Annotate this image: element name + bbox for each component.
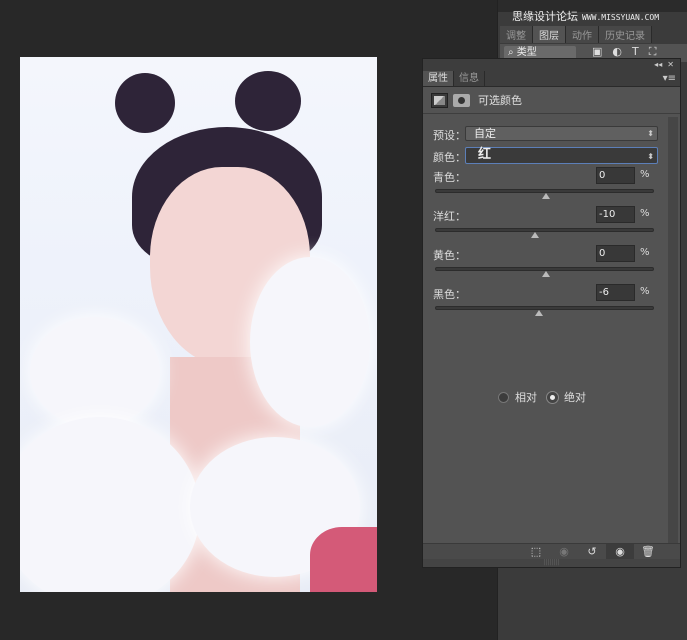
slider-thumb[interactable] bbox=[535, 310, 543, 316]
tab-actions[interactable]: 动作 bbox=[566, 26, 599, 43]
tab-properties[interactable]: 属性 bbox=[423, 71, 454, 86]
slider-value-input[interactable]: -6 bbox=[596, 284, 635, 301]
slider-label: 黄色： bbox=[433, 247, 466, 263]
resize-grip[interactable]: |||||||| bbox=[423, 559, 680, 567]
radio-label: 绝对 bbox=[564, 389, 586, 405]
adjustment-icon[interactable] bbox=[431, 93, 448, 108]
percent-sign: % bbox=[640, 247, 650, 258]
reset-icon[interactable]: ↺ bbox=[578, 544, 606, 560]
percent-sign: % bbox=[640, 286, 650, 297]
document-canvas-photo bbox=[20, 57, 377, 592]
radio-relative[interactable]: 相对 bbox=[498, 389, 537, 405]
slider-value-input[interactable]: 0 bbox=[596, 245, 635, 262]
shape-filter-icon[interactable]: ⛶ bbox=[649, 45, 657, 59]
slider-label: 青色： bbox=[433, 169, 466, 185]
colors-select[interactable]: 红⬍ bbox=[465, 147, 658, 164]
collapse-icon[interactable]: ◂◂ bbox=[654, 60, 662, 69]
radio-button[interactable] bbox=[547, 392, 558, 403]
slider-label: 黑色： bbox=[433, 286, 466, 302]
scrollbar[interactable] bbox=[668, 117, 678, 545]
slider-thumb[interactable] bbox=[531, 232, 539, 238]
mask-icon[interactable] bbox=[453, 94, 470, 107]
image-filter-icon[interactable]: ▣ bbox=[592, 45, 602, 59]
watermark: 思缘设计论坛WWW.MISSYUAN.COM bbox=[512, 8, 659, 24]
radio-absolute[interactable]: 绝对 bbox=[547, 389, 586, 405]
radio-button[interactable] bbox=[498, 392, 509, 403]
colors-label: 颜色： bbox=[433, 149, 466, 165]
percent-sign: % bbox=[640, 208, 650, 219]
updown-icon: ⬍ bbox=[647, 127, 654, 140]
adjustment-filter-icon[interactable]: ◐ bbox=[612, 45, 622, 59]
clip-to-layer-icon[interactable]: ⬚ bbox=[522, 544, 550, 560]
slider-track[interactable] bbox=[435, 189, 654, 193]
slider-value-input[interactable]: -10 bbox=[596, 206, 635, 223]
back-panel-tabs: 调整 图层 动作 历史记录 bbox=[500, 26, 652, 43]
preset-label: 预设： bbox=[433, 127, 466, 143]
updown-icon: ⬍ bbox=[647, 150, 654, 163]
slider-track[interactable] bbox=[435, 306, 654, 310]
slider-value-input[interactable]: 0 bbox=[596, 167, 635, 184]
view-previous-icon[interactable]: ◉ bbox=[550, 544, 578, 560]
tab-history[interactable]: 历史记录 bbox=[599, 26, 652, 43]
panel-title: 可选颜色 bbox=[478, 92, 522, 108]
tab-adjustments[interactable]: 调整 bbox=[500, 26, 533, 43]
tab-layers[interactable]: 图层 bbox=[533, 26, 566, 43]
percent-sign: % bbox=[640, 169, 650, 180]
slider-thumb[interactable] bbox=[542, 271, 550, 277]
panel-menu-icon[interactable]: ▾≡ bbox=[663, 73, 676, 84]
slider-label: 洋红： bbox=[433, 208, 466, 224]
trash-icon[interactable]: 🗑 bbox=[634, 544, 662, 560]
properties-panel: ◂◂ ✕ 属性 信息 ▾≡ 可选颜色 预设： 自定⬍ 颜色： 红⬍ 青色： 0 … bbox=[422, 58, 681, 568]
tab-info[interactable]: 信息 bbox=[454, 71, 485, 86]
radio-label: 相对 bbox=[515, 389, 537, 405]
close-icon[interactable]: ✕ bbox=[667, 60, 674, 69]
preset-select[interactable]: 自定⬍ bbox=[465, 126, 658, 141]
slider-thumb[interactable] bbox=[542, 193, 550, 199]
slider-track[interactable] bbox=[435, 267, 654, 271]
visibility-eye-icon[interactable]: ◉ bbox=[606, 544, 634, 560]
type-filter-icon[interactable]: T bbox=[632, 45, 639, 59]
slider-track[interactable] bbox=[435, 228, 654, 232]
